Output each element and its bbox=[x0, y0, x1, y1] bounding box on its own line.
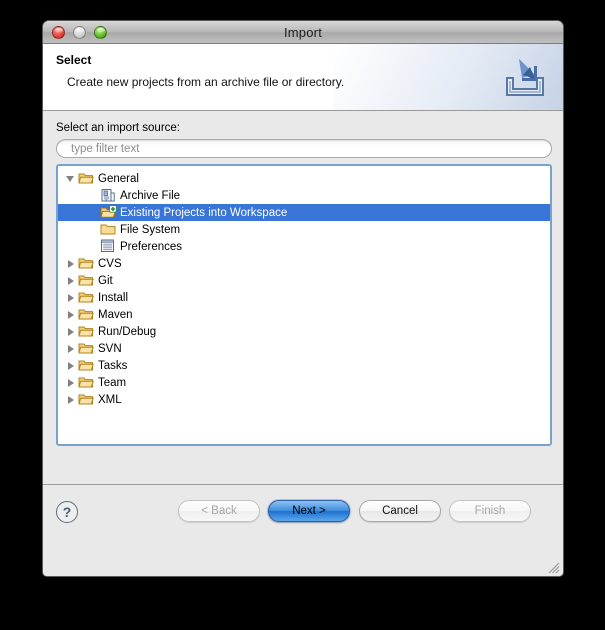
open-folder-icon bbox=[78, 392, 96, 408]
tree-row[interactable]: Tasks bbox=[58, 357, 550, 374]
tree-row-label: XML bbox=[98, 393, 122, 406]
disclosure-triangle-collapsed-icon[interactable] bbox=[64, 323, 78, 340]
tree-row-label: Install bbox=[98, 291, 129, 304]
open-folder-icon bbox=[78, 375, 96, 391]
disclosure-triangle-collapsed-icon[interactable] bbox=[64, 255, 78, 272]
open-folder-icon bbox=[78, 290, 96, 306]
open-folder-icon bbox=[78, 324, 96, 340]
resize-grip-icon[interactable] bbox=[546, 560, 560, 574]
tree-row[interactable]: CVS bbox=[58, 255, 550, 272]
page-title: Select bbox=[56, 53, 92, 67]
tree-row[interactable]: Preferences bbox=[58, 238, 550, 255]
disclosure-triangle-collapsed-icon[interactable] bbox=[64, 374, 78, 391]
import-banner-icon bbox=[499, 53, 551, 103]
disclosure-triangle-collapsed-icon[interactable] bbox=[64, 272, 78, 289]
zoom-button[interactable] bbox=[94, 25, 107, 39]
page-description: Create new projects from an archive file… bbox=[67, 75, 345, 89]
cancel-button[interactable]: Cancel bbox=[359, 500, 441, 522]
tree-row-label: Tasks bbox=[98, 359, 128, 372]
filter-input[interactable] bbox=[56, 139, 552, 158]
tree-row[interactable]: Maven bbox=[58, 306, 550, 323]
minimize-button[interactable] bbox=[73, 25, 86, 39]
tree-rows-container: General Archive File Existing Projects int… bbox=[58, 166, 550, 408]
tree-row[interactable]: File System bbox=[58, 221, 550, 238]
dialog-header: Select Create new projects from an archi… bbox=[43, 44, 563, 111]
tree-row[interactable]: Archive File bbox=[58, 187, 550, 204]
tree-row[interactable]: General bbox=[58, 170, 550, 187]
disclosure-triangle-collapsed-icon[interactable] bbox=[64, 306, 78, 323]
tree-row-label: Existing Projects into Workspace bbox=[120, 206, 288, 219]
tree-row-label: Team bbox=[98, 376, 127, 389]
tree-row-label: Run/Debug bbox=[98, 325, 157, 338]
dialog-body: Select an import source: General Archive … bbox=[43, 111, 563, 484]
tree-row[interactable]: Install bbox=[58, 289, 550, 306]
disclosure-triangle-expanded-icon[interactable] bbox=[64, 170, 78, 187]
close-button[interactable] bbox=[52, 25, 65, 39]
open-folder-icon bbox=[78, 171, 96, 187]
disclosure-triangle-collapsed-icon[interactable] bbox=[64, 340, 78, 357]
tree-row-label: General bbox=[98, 172, 139, 185]
open-folder-icon bbox=[78, 256, 96, 272]
next-button[interactable]: Next > bbox=[268, 500, 350, 522]
preferences-icon bbox=[100, 239, 118, 255]
back-button[interactable]: < Back bbox=[178, 500, 260, 522]
window-title: Import bbox=[283, 24, 323, 40]
window-controls bbox=[52, 25, 107, 39]
disclosure-triangle-collapsed-icon[interactable] bbox=[64, 391, 78, 408]
open-folder-icon bbox=[78, 273, 96, 289]
import-dialog-window: Import Select Create new projects from a… bbox=[42, 20, 564, 577]
file-system-folder-icon bbox=[100, 222, 118, 238]
tree-row[interactable]: Team bbox=[58, 374, 550, 391]
dialog-footer: ? < Back Next > Cancel Finish bbox=[43, 484, 563, 576]
tree-row[interactable]: SVN bbox=[58, 340, 550, 357]
import-source-label: Select an import source: bbox=[56, 122, 181, 134]
tree-row[interactable]: XML bbox=[58, 391, 550, 408]
tree-row-label: Archive File bbox=[120, 189, 181, 202]
tree-row-label: CVS bbox=[98, 257, 122, 270]
tree-row-label: SVN bbox=[98, 342, 122, 355]
help-icon[interactable]: ? bbox=[56, 501, 78, 523]
tree-row[interactable]: Run/Debug bbox=[58, 323, 550, 340]
tree-row-label: Git bbox=[98, 274, 113, 287]
open-folder-icon bbox=[78, 358, 96, 374]
tree-row[interactable]: Existing Projects into Workspace bbox=[58, 204, 550, 221]
open-folder-icon bbox=[78, 307, 96, 323]
import-source-tree[interactable]: General Archive File Existing Projects int… bbox=[56, 164, 552, 446]
disclosure-triangle-collapsed-icon[interactable] bbox=[64, 357, 78, 374]
archive-file-icon bbox=[100, 188, 118, 204]
disclosure-triangle-collapsed-icon[interactable] bbox=[64, 289, 78, 306]
open-folder-icon bbox=[78, 341, 96, 357]
finish-button[interactable]: Finish bbox=[449, 500, 531, 522]
title-bar[interactable]: Import bbox=[43, 21, 563, 44]
tree-row-label: Maven bbox=[98, 308, 133, 321]
tree-row[interactable]: Git bbox=[58, 272, 550, 289]
tree-row-label: Preferences bbox=[120, 240, 183, 253]
tree-row-label: File System bbox=[120, 223, 181, 236]
existing-projects-icon bbox=[100, 204, 118, 221]
